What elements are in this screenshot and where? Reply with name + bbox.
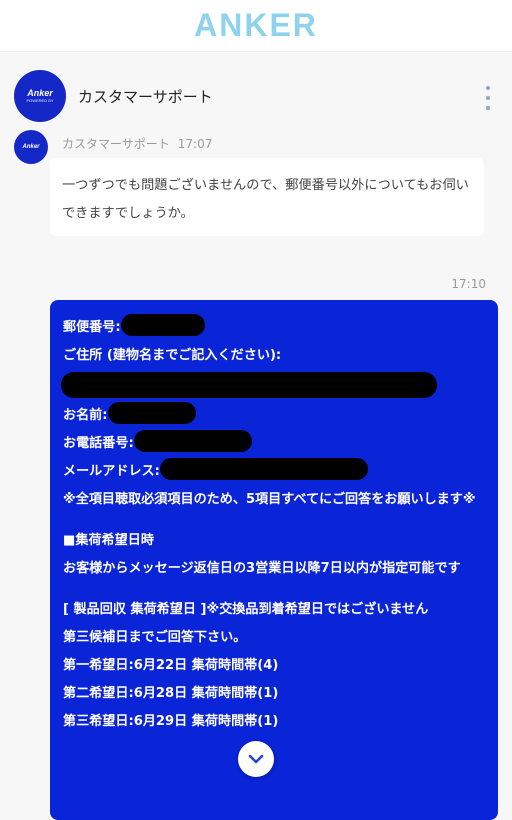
agent-message-text: 一つずつでも問題ございませんので、郵便番号以外についてもお伺いできますでしょうか… bbox=[62, 178, 469, 221]
scroll-to-bottom-button[interactable] bbox=[238, 741, 274, 777]
chevron-down-icon bbox=[248, 754, 264, 764]
postal-code-line: 郵便番号: bbox=[63, 314, 486, 342]
postal-code-label: 郵便番号: bbox=[63, 320, 121, 335]
redacted-email bbox=[159, 458, 368, 480]
pickup-description: お客様からメッセージ返信日の3営業日以降7日以内が指定可能です bbox=[63, 561, 461, 576]
agent-avatar-text: Anker bbox=[22, 144, 40, 150]
chat-header: Anker POWERED BY カスタマーサポート bbox=[0, 62, 512, 130]
agent-message-bubble: 一つずつでも問題ございませんので、郵便番号以外についてもお伺いできますでしょうか… bbox=[50, 158, 484, 236]
address-label: ご住所 (建物名までご記入ください): bbox=[63, 348, 282, 363]
avatar-sub-text: POWERED BY bbox=[26, 97, 54, 103]
chat-title: カスタマーサポート bbox=[78, 88, 213, 106]
user-message-bubble: 郵便番号: ご住所 (建物名までご記入ください): お名前: お電話番号: メー… bbox=[50, 300, 498, 820]
first-choice: 第一希望日:6月22日 集荷時間帯(4) bbox=[63, 658, 279, 673]
candidates-note: 第三候補日までご回答下さい。 bbox=[63, 630, 247, 645]
required-note: ※全項目聴取必須項目のため、5項目すべてにご回答をお願いします※ bbox=[63, 492, 476, 507]
agent-sender-name: カスタマーサポート bbox=[62, 137, 170, 151]
pickup-heading: ■集荷希望日時 bbox=[63, 533, 154, 548]
agent-message-time: 17:07 bbox=[177, 137, 213, 151]
kebab-menu-icon[interactable] bbox=[484, 86, 492, 110]
top-bar: ANKER bbox=[0, 0, 512, 52]
second-choice: 第二希望日:6月28日 集荷時間帯(1) bbox=[63, 686, 279, 701]
name-label: お名前: bbox=[63, 408, 108, 423]
phone-line: お電話番号: bbox=[63, 430, 486, 458]
user-message-time: 17:10 bbox=[451, 277, 486, 291]
product-pickup-note: [ 製品回収 集荷希望日 ]※交換品到着希望日ではございません bbox=[63, 602, 429, 617]
redacted-postal-code bbox=[120, 314, 205, 336]
redacted-name bbox=[107, 402, 196, 424]
name-line: お名前: bbox=[63, 402, 486, 430]
email-label: メールアドレス: bbox=[63, 464, 160, 479]
redacted-phone bbox=[133, 430, 252, 452]
agent-avatar: Anker bbox=[14, 130, 48, 164]
agent-message-meta: カスタマーサポート 17:07 bbox=[62, 135, 212, 152]
redacted-address bbox=[61, 372, 437, 398]
anker-logo: ANKER bbox=[194, 7, 318, 43]
phone-label: お電話番号: bbox=[63, 436, 134, 451]
third-choice: 第三希望日:6月29日 集荷時間帯(1) bbox=[63, 714, 279, 729]
support-avatar: Anker POWERED BY bbox=[14, 70, 66, 122]
avatar-logo-text: Anker bbox=[27, 87, 53, 98]
email-line: メールアドレス: bbox=[63, 458, 486, 486]
